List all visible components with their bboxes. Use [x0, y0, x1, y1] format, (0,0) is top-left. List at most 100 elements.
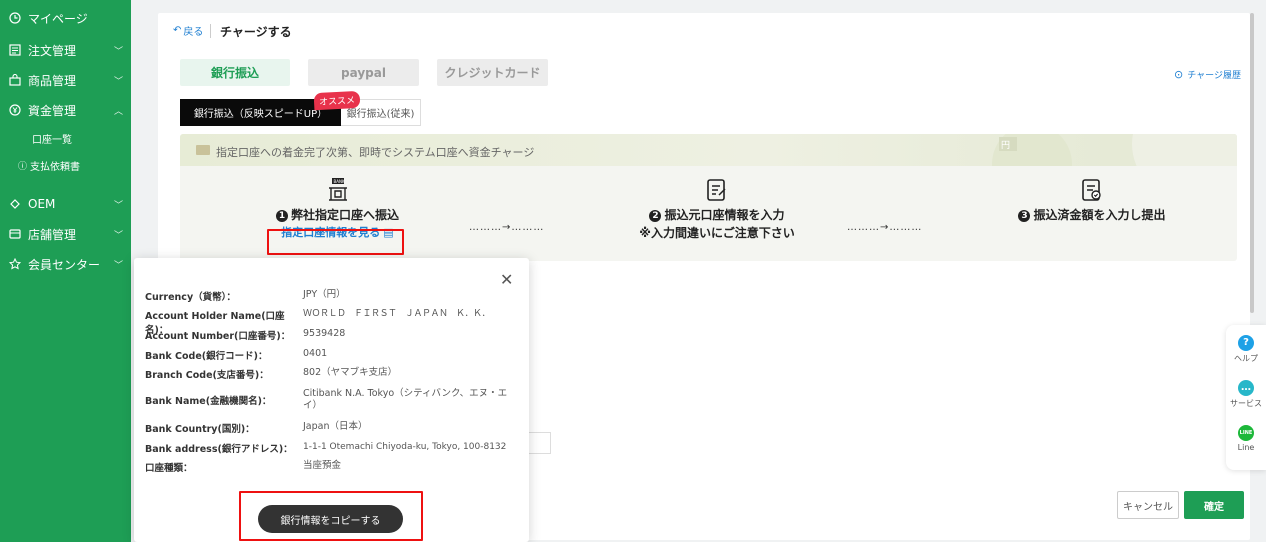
- step-title-text: 振込元口座情報を入力: [664, 208, 785, 222]
- cancel-button[interactable]: キャンセル: [1117, 491, 1179, 519]
- nav-item-funds[interactable]: 資金管理 ︿: [0, 96, 131, 124]
- chevron-down-icon: ﹀: [113, 200, 123, 211]
- nav-item-mypage[interactable]: マイページ: [0, 4, 131, 32]
- info-row: Branch Code(支店番号)： 802（ヤマブキ支店）: [145, 367, 518, 381]
- history-label: チャージ履歴: [1187, 71, 1241, 81]
- clock-icon: [8, 11, 22, 25]
- nav-item-oem[interactable]: OEM ﹀: [0, 190, 131, 218]
- check-doc-icon: [1012, 178, 1172, 206]
- edit-doc-icon: [617, 178, 817, 206]
- recommend-badge: オススメ: [313, 90, 361, 111]
- info-row: Bank Name(金融機関名)： Citibank N.A. Tokyo（シティ…: [145, 388, 518, 412]
- info-key: 口座種類：: [145, 463, 193, 474]
- step-number: 1: [275, 210, 288, 222]
- scrollbar[interactable]: [1250, 13, 1254, 313]
- info-key: Bank Code(銀行コード)：: [145, 351, 268, 362]
- back-label: 戻る: [183, 27, 204, 38]
- tab-credit-card[interactable]: クレジットカード: [437, 59, 548, 86]
- nav-item-products[interactable]: 商品管理 ﹀: [0, 66, 131, 94]
- service-icon: …: [1238, 380, 1254, 396]
- nav-item-label: 会員センター: [28, 257, 101, 272]
- yen-icon: [8, 103, 22, 117]
- nav-item-stores[interactable]: 店舗管理 ﹀: [0, 220, 131, 248]
- amount-input[interactable]: [529, 432, 551, 454]
- store-icon: [8, 227, 22, 241]
- info-key: Branch Code(支店番号)：: [145, 370, 269, 381]
- chevron-down-icon: ﹀: [113, 260, 123, 271]
- step-title: 2 振込元口座情報を入力: [617, 206, 817, 223]
- sub-item-payment-request[interactable]: ⓘ 支払依頼書: [18, 155, 131, 175]
- nav-item-orders[interactable]: 注文管理 ﹀: [0, 36, 131, 64]
- info-row: Bank Code(銀行コード)： 0401: [145, 348, 518, 362]
- page-title: チャージする: [220, 25, 292, 39]
- info-key: Currency（貨幣）：: [145, 292, 236, 303]
- step-title: 3 振込済金額を入力し提出: [1012, 206, 1172, 223]
- highlight-box: [267, 229, 404, 255]
- sub-item-label: 口座一覧: [32, 134, 72, 146]
- chevron-circle-icon: ⊙: [1174, 68, 1184, 81]
- step-arrow: ………→………: [847, 222, 923, 233]
- line-icon: LINE: [1238, 425, 1254, 441]
- info-value: Japan（日本）: [303, 421, 368, 432]
- service-button[interactable]: … サービス: [1226, 380, 1266, 409]
- chevron-down-icon: ﹀: [113, 230, 123, 241]
- back-link[interactable]: ↶ 戻る: [173, 23, 203, 38]
- banner-text: 指定口座への着金完了次第、即時でシステム口座へ資金チャージ: [216, 146, 535, 159]
- floating-help-bar: ? ヘルプ … サービス LINE Line: [1226, 325, 1266, 470]
- service-label: サービス: [1230, 399, 1262, 408]
- nav-item-label: 店舗管理: [28, 227, 77, 242]
- info-key: Bank Name(金融機関名)：: [145, 396, 272, 407]
- svg-text:円: 円: [1001, 140, 1010, 151]
- banner-header: 指定口座への着金完了次第、即時でシステム口座へ資金チャージ 円: [180, 134, 1237, 166]
- info-value: 当座預金: [303, 460, 342, 471]
- step-number: 3: [1018, 210, 1031, 222]
- info-value: Citibank N.A. Tokyo（シティバンク、エヌ・エイ）: [303, 388, 508, 411]
- charge-history-link[interactable]: ⊙ チャージ履歴: [1174, 68, 1241, 81]
- info-value: 0401: [303, 348, 328, 359]
- tab-paypal[interactable]: paypal: [308, 59, 419, 86]
- sub-item-accounts[interactable]: 口座一覧: [32, 128, 131, 148]
- svg-text:BANK: BANK: [333, 179, 344, 184]
- help-icon: ?: [1238, 335, 1254, 351]
- line-button[interactable]: LINE Line: [1226, 425, 1266, 452]
- star-icon: [8, 257, 22, 271]
- step-2: 2 振込元口座情報を入力 ※入力間違いにご注意下さい: [617, 178, 817, 241]
- nav-item-label: マイページ: [28, 11, 88, 26]
- bank-icon: BANK: [250, 178, 425, 206]
- step-note: ※入力間違いにご注意下さい: [639, 226, 795, 240]
- info-row: Currency（貨幣）： JPY（円）: [145, 289, 518, 303]
- info-value: JPY（円）: [303, 289, 346, 300]
- step-arrow: ………→………: [469, 222, 545, 233]
- tab-bank-transfer[interactable]: 銀行振込: [180, 59, 290, 86]
- sidebar: マイページ 注文管理 ﹀ 商品管理 ﹀ 資金管理 ︿ 口座一覧 ⓘ 支払依頼書 …: [0, 0, 131, 542]
- step-title-text: 振込済金額を入力し提出: [1033, 208, 1166, 222]
- nav-item-member-center[interactable]: 会員センター ﹀: [0, 250, 131, 278]
- step-number: 2: [649, 210, 662, 222]
- info-row: Bank Country(国別)： Japan（日本）: [145, 421, 518, 435]
- back-arrow-icon: ↶: [173, 25, 182, 36]
- help-label: ヘルプ: [1234, 354, 1258, 363]
- step-title: 1 弊社指定口座へ振込: [250, 206, 425, 223]
- info-row: Account Number(口座番号)： 9539428: [145, 328, 518, 342]
- oem-icon: [8, 197, 22, 211]
- sub-item-label: 支払依頼書: [30, 161, 81, 173]
- chevron-down-icon: ﹀: [113, 46, 123, 57]
- step-title-text: 弊社指定口座へ振込: [290, 208, 399, 222]
- header-divider: [210, 24, 211, 38]
- banner-decoration: 円: [937, 134, 1237, 166]
- card-icon: [196, 145, 210, 155]
- info-key: Account Number(口座番号)：: [145, 331, 291, 342]
- highlight-box: [239, 491, 423, 541]
- help-button[interactable]: ? ヘルプ: [1226, 335, 1266, 364]
- nav-item-label: 資金管理: [28, 103, 77, 118]
- close-icon[interactable]: ✕: [500, 270, 513, 289]
- order-icon: [8, 43, 22, 57]
- confirm-button[interactable]: 確定: [1184, 491, 1244, 519]
- info-value: 1-1-1 Otemachi Chiyoda-ku, Tokyo, 100-81…: [303, 442, 507, 452]
- chevron-down-icon: ﹀: [113, 76, 123, 87]
- info-key: Bank address(銀行アドレス)：: [145, 444, 293, 455]
- info-value: 802（ヤマブキ支店）: [303, 367, 398, 378]
- bag-icon: [8, 73, 22, 87]
- info-row: 口座種類： 当座預金: [145, 460, 518, 474]
- info-row: Bank address(銀行アドレス)： 1-1-1 Otemachi Chiy…: [145, 441, 518, 455]
